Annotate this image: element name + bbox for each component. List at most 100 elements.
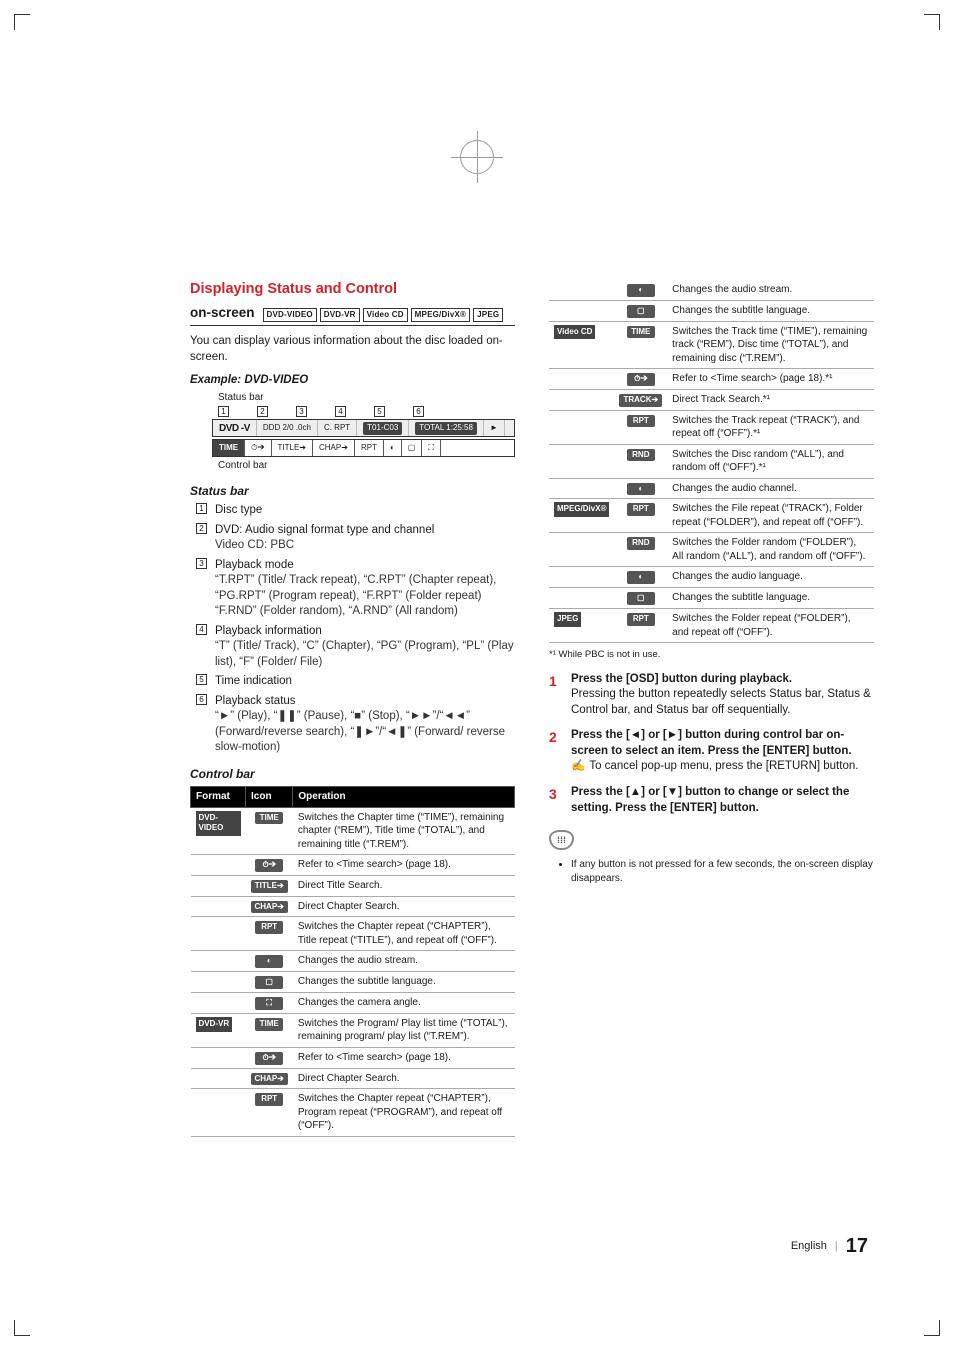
steps-list: Press the [OSD] button during playback.P… — [549, 672, 874, 816]
table-row: RND Switches the Disc random (“ALL”), and… — [549, 444, 874, 478]
table-row: RPTSwitches the Chapter repeat (“CHAPTER… — [191, 917, 515, 951]
op-text: Direct Track Search.*¹ — [667, 389, 874, 410]
fig-mode: C. RPT — [318, 420, 357, 436]
status-item: 5Time indication — [196, 674, 515, 690]
crop-mark — [14, 1320, 30, 1336]
op-icon: TIME — [255, 812, 283, 825]
status-item-number: 2 — [196, 523, 207, 534]
op-text: Changes the subtitle language. — [293, 972, 515, 993]
status-item: 6Playback status“►” (Play), “❚❚” (Pause)… — [196, 694, 515, 756]
fig-info: T01-C03 — [363, 422, 402, 435]
th-format: Format — [191, 787, 246, 808]
table-row: RNDSwitches the Folder random (“FOLDER”)… — [549, 533, 874, 567]
status-item-sub: “T” (Title/ Track), “C” (Chapter), “PG” … — [215, 639, 515, 670]
intro-text: You can display various information abou… — [190, 334, 515, 365]
op-text: Switches the Chapter repeat (“CHAPTER”),… — [293, 1089, 515, 1137]
op-icon: ◐ — [627, 483, 655, 496]
op-icon: ◐ — [255, 955, 283, 968]
op-icon: TIME — [255, 1018, 283, 1031]
fig-control-cell: ⏱➔ — [245, 440, 271, 456]
step-body: Pressing the button repeatedly selects S… — [571, 687, 874, 718]
format-badge: DVD-VR — [196, 1017, 233, 1032]
table-row: TITLE➔ Direct Title Search. — [191, 875, 515, 896]
op-text: Switches the File repeat (“TRACK”), Fold… — [667, 499, 874, 533]
fig-control-cell: RPT — [355, 440, 384, 456]
table-row: ◐Changes the audio language. — [549, 567, 874, 588]
disc-badge: Video CD — [363, 308, 408, 323]
op-text: Direct Chapter Search. — [293, 1068, 515, 1089]
status-item-sub: “F.RND” (Folder random), “A.RND” (All ra… — [215, 604, 515, 620]
fig-control-cell: ▢ — [402, 440, 423, 456]
op-icon: ▢ — [627, 305, 655, 318]
page-number: 17 — [846, 1233, 868, 1260]
op-text: Refer to <Time search> (page 18). — [293, 1047, 515, 1068]
op-icon: TRACK➔ — [619, 394, 662, 407]
crop-mark — [14, 14, 30, 30]
table-row: ▢ Changes the subtitle language. — [549, 300, 874, 321]
section-heading: Displaying Status and Control — [190, 280, 515, 300]
op-text: Refer to <Time search> (page 18).*¹ — [667, 369, 874, 390]
status-item: 2DVD: Audio signal format type and chann… — [196, 523, 515, 554]
marker-5: 5 — [374, 406, 385, 417]
fig-total: TOTAL 1:25:58 — [415, 422, 477, 435]
format-badge: DVD-VIDEO — [196, 811, 241, 837]
status-item-number: 6 — [196, 694, 207, 705]
op-text: Switches the Disc random (“ALL”), and ra… — [667, 444, 874, 478]
table-row: CHAP➔Direct Chapter Search. — [191, 896, 515, 917]
table-row: ▢ Changes the subtitle language. — [549, 588, 874, 609]
marker-4: 4 — [335, 406, 346, 417]
format-badge: JPEG — [554, 612, 581, 627]
step-item: Press the [▲] or [▼] button to change or… — [549, 785, 874, 816]
format-badge: Video CD — [554, 325, 595, 340]
control-table-right: ◐ Changes the audio stream. ▢ Changes the s… — [549, 280, 874, 643]
op-icon: RPT — [255, 1093, 283, 1106]
step-item: Press the [◄] or [►] button during contr… — [549, 728, 874, 775]
fig-control-cell: TIME — [213, 440, 245, 456]
format-badge: MPEG/DivX® — [554, 502, 609, 517]
op-icon: TITLE➔ — [251, 880, 288, 893]
op-text: Direct Title Search. — [293, 875, 515, 896]
op-icon: TIME — [627, 326, 655, 339]
fig-play: ► — [484, 420, 505, 436]
op-text: Changes the audio stream. — [667, 280, 874, 300]
table-row: ◐ Changes the audio stream. — [191, 951, 515, 972]
op-icon: ◐ — [627, 284, 655, 297]
table-row: MPEG/DivX®RPTSwitches the File repeat (“… — [549, 499, 874, 533]
op-text: Changes the subtitle language. — [667, 588, 874, 609]
step-lead: Press the [▲] or [▼] button to change or… — [571, 785, 874, 816]
step-note: To cancel pop-up menu, press the [RETURN… — [571, 759, 874, 775]
op-icon: RPT — [627, 415, 655, 428]
status-item: 3Playback mode“T.RPT” (Title/ Track repe… — [196, 558, 515, 620]
op-icon: ▢ — [627, 592, 655, 605]
fig-control-cell: CHAP➔ — [313, 440, 355, 456]
op-icon: RND — [627, 449, 655, 462]
op-icon: CHAP➔ — [251, 1073, 288, 1086]
table-row: DVD-VR TIME Switches the Program/ Play lis… — [191, 1013, 515, 1047]
op-text: Switches the Track time (“TIME”), remain… — [667, 321, 874, 369]
controlbar-figlabel: Control bar — [218, 459, 515, 473]
op-text: Switches the Chapter time (“TIME”), rema… — [293, 807, 515, 855]
control-table-left: Format Icon Operation DVD-VIDEOTIMESwitc… — [190, 786, 515, 1137]
status-item-title: Disc type — [215, 503, 515, 519]
example-figure: Status bar 1 2 3 4 5 6 DVD -V DDD 2/0 .0… — [212, 391, 515, 473]
disc-badge: DVD-VIDEO — [263, 308, 317, 323]
op-text: Changes the audio channel. — [667, 478, 874, 499]
op-icon: ◐ — [627, 571, 655, 584]
statusbar-list: 1 Disc type 2DVD: Audio signal format type… — [190, 503, 515, 756]
op-text: Switches the Program/ Play list time (“T… — [293, 1013, 515, 1047]
op-text: Changes the audio stream. — [293, 951, 515, 972]
footer-language: English — [791, 1239, 827, 1254]
example-title: Example: DVD-VIDEO — [190, 373, 515, 389]
disc-badge: DVD-VR — [320, 308, 360, 323]
crop-mark — [924, 14, 940, 30]
crop-mark — [924, 1320, 940, 1336]
op-text: Switches the Folder repeat (“FOLDER”), a… — [667, 609, 874, 643]
op-text: Changes the subtitle language. — [667, 300, 874, 321]
status-item-number: 5 — [196, 674, 207, 685]
op-icon: ⏱➔ — [255, 859, 283, 872]
footer-divider: | — [835, 1239, 838, 1254]
step-lead: Press the [OSD] button during playback. — [571, 672, 874, 688]
op-icon: CHAP➔ — [251, 901, 288, 914]
status-item-number: 1 — [196, 503, 207, 514]
statusbar-figlabel: Status bar — [218, 391, 515, 405]
